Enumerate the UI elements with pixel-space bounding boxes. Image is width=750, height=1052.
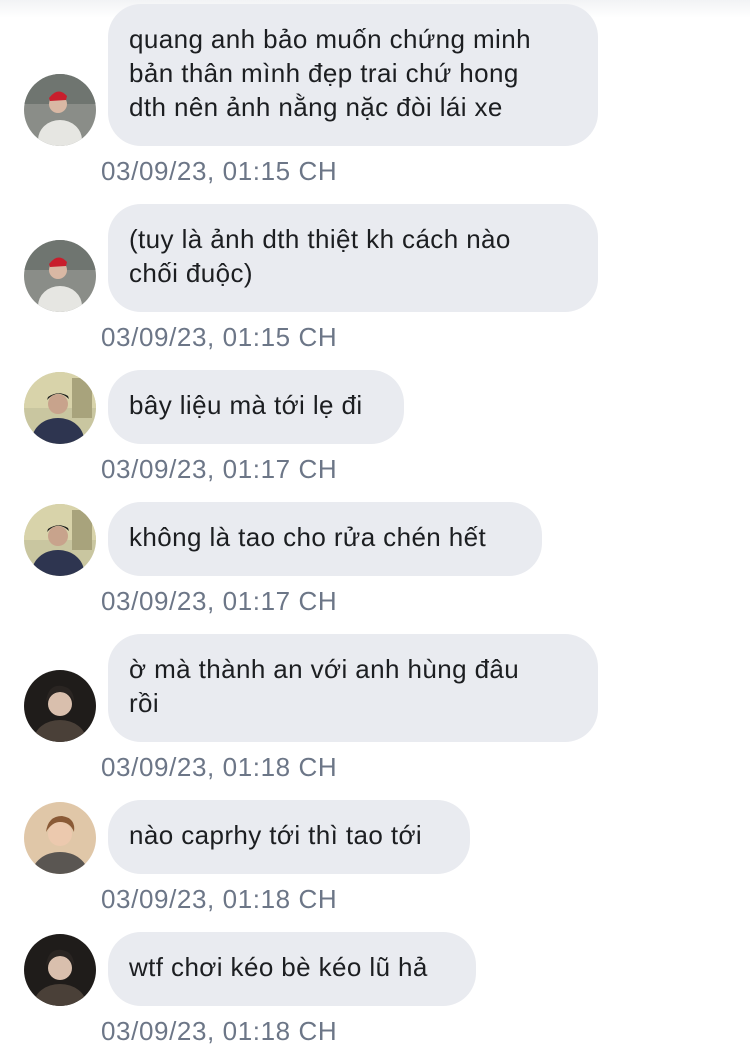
message-timestamp: 03/09/23, 01:17 CH — [101, 586, 338, 616]
avatar[interactable] — [24, 74, 96, 146]
avatar[interactable] — [24, 802, 96, 874]
avatar-red-hat-icon — [24, 74, 96, 146]
message-text-line: wtf chơi kéo bè kéo lũ hả — [129, 952, 428, 982]
avatar[interactable] — [24, 934, 96, 1006]
message-text-line: bản thân mình đẹp trai chứ hong — [129, 58, 519, 88]
avatar-red-hat-icon — [24, 240, 96, 312]
avatar-green-room-icon — [24, 504, 96, 576]
avatar[interactable] — [24, 372, 96, 444]
message-bubble[interactable]: bây liệu mà tới lẹ đi — [108, 370, 404, 444]
message-bubble[interactable]: không là tao cho rửa chén hết — [108, 502, 542, 576]
avatar-green-room-icon — [24, 372, 96, 444]
message-timestamp: 03/09/23, 01:18 CH — [101, 1016, 338, 1046]
avatar-warm-portrait-icon — [24, 802, 96, 874]
message-timestamp: 03/09/23, 01:18 CH — [101, 752, 338, 782]
message-bubble[interactable]: nào caprhy tới thì tao tới — [108, 800, 470, 874]
avatar-dark-portrait-icon — [24, 670, 96, 742]
avatar[interactable] — [24, 670, 96, 742]
message-bubble[interactable]: (tuy là ảnh dth thiệt kh cách nào chối đ… — [108, 204, 598, 312]
message-bubble[interactable]: quang anh bảo muốn chứng minh bản thân m… — [108, 4, 598, 146]
message-timestamp: 03/09/23, 01:15 CH — [101, 156, 338, 186]
message-text-line: quang anh bảo muốn chứng minh — [129, 24, 531, 54]
message-text-line: nào caprhy tới thì tao tới — [129, 820, 423, 850]
message-timestamp: 03/09/23, 01:18 CH — [101, 884, 338, 914]
message-text-line: chối đuộc) — [129, 258, 253, 288]
message-bubble[interactable]: ờ mà thành an với anh hùng đâu rồi — [108, 634, 598, 742]
message-bubble[interactable]: wtf chơi kéo bè kéo lũ hả — [108, 932, 476, 1006]
message-text-line: bây liệu mà tới lẹ đi — [129, 390, 363, 420]
message-timestamp: 03/09/23, 01:15 CH — [101, 322, 338, 352]
message-text-line: (tuy là ảnh dth thiệt kh cách nào — [129, 224, 511, 254]
avatar[interactable] — [24, 504, 96, 576]
message-timestamp: 03/09/23, 01:17 CH — [101, 454, 338, 484]
message-text-line: không là tao cho rửa chén hết — [129, 522, 487, 552]
message-text-line: dth nên ảnh nằng nặc đòi lái xe — [129, 92, 503, 122]
avatar[interactable] — [24, 240, 96, 312]
message-text-line: ờ mà thành an với anh hùng đâu — [129, 654, 520, 684]
message-text-line: rồi — [129, 688, 160, 718]
avatar-dark-portrait-icon — [24, 934, 96, 1006]
